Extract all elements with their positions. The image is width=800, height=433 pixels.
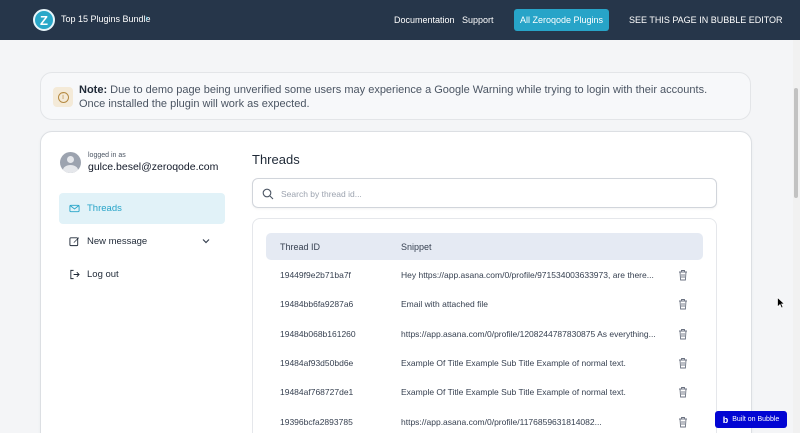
page-title: Threads (252, 152, 300, 167)
note-banner: i Note: Due to demo page being unverifie… (40, 72, 751, 120)
thread-id-cell: 19484bb6fa9287a6 (280, 299, 354, 309)
documentation-link[interactable]: Documentation (394, 15, 455, 25)
avatar-body (63, 165, 78, 173)
snippet-cell: https://app.asana.com/0/profile/12082447… (401, 329, 656, 339)
logout-icon (70, 269, 80, 280)
table-row[interactable]: 19396bcfa2893785 https://app.asana.com/0… (266, 408, 703, 433)
trash-icon[interactable] (678, 269, 688, 281)
sidebar-item-label: New message (87, 236, 148, 247)
snippet-cell: Email with attached file (401, 299, 488, 309)
sidebar-item-threads[interactable]: Threads (59, 193, 225, 224)
table-row[interactable]: 19484af93d50bd6e Example Of Title Exampl… (266, 349, 703, 378)
note-line1: Due to demo page being unverified some u… (107, 84, 708, 96)
table-row[interactable]: 19484bb6fa9287a6 Email with attached fil… (266, 290, 703, 319)
page-scrollbar[interactable] (793, 40, 800, 433)
trash-icon[interactable] (678, 386, 688, 398)
note-line2: Once installed the plugin will work as e… (79, 98, 310, 110)
mouse-cursor-icon (777, 297, 785, 309)
avatar (60, 152, 81, 173)
logged-in-label: logged in as (88, 152, 126, 159)
note-prefix: Note: (79, 84, 108, 96)
column-header-snippet: Snippet (401, 242, 432, 252)
note-text: Note: Due to demo page being unverified … (79, 83, 739, 111)
sidebar-item-logout[interactable]: Log out (59, 259, 225, 290)
table-row[interactable]: 19484b068b161260 https://app.asana.com/0… (266, 320, 703, 349)
trash-icon[interactable] (678, 328, 688, 340)
table-row[interactable]: 19484af768727de1 Example Of Title Exampl… (266, 378, 703, 407)
chevron-down-icon[interactable] (201, 236, 211, 246)
sidebar-item-new-message[interactable]: New message (59, 226, 225, 257)
edit-icon (69, 237, 80, 247)
all-plugins-button[interactable]: All Zeroqode Plugins (514, 9, 609, 31)
support-link[interactable]: Support (462, 15, 494, 25)
trash-icon[interactable] (678, 416, 688, 428)
column-header-thread-id: Thread ID (280, 242, 321, 252)
trash-icon[interactable] (678, 357, 688, 369)
user-email: gulce.besel@zeroqode.com (88, 161, 219, 173)
chevron-right-icon[interactable]: › (145, 13, 148, 24)
scrollbar-thumb[interactable] (794, 88, 798, 198)
trash-icon[interactable] (678, 298, 688, 310)
table-header: Thread ID Snippet (266, 233, 703, 260)
snippet-cell: Example Of Title Example Sub Title Examp… (401, 358, 626, 368)
bundle-title[interactable]: Top 15 Plugins Bundle (61, 14, 151, 24)
info-icon: i (57, 91, 69, 103)
thread-id-cell: 19484af768727de1 (280, 387, 354, 397)
mail-icon (69, 204, 80, 213)
snippet-cell: https://app.asana.com/0/profile/11768596… (401, 417, 602, 427)
bubble-logo-icon: b (722, 414, 729, 425)
sidebar-item-label: Log out (87, 269, 119, 280)
bubble-badge-label: Built on Bubble (732, 416, 780, 423)
avatar-head (67, 156, 74, 163)
thread-id-cell: 19484b068b161260 (280, 329, 356, 339)
snippet-cell: Hey https://app.asana.com/0/profile/9715… (401, 270, 654, 280)
snippet-cell: Example Of Title Example Sub Title Examp… (401, 387, 626, 397)
bubble-editor-link[interactable]: SEE THIS PAGE IN BUBBLE EDITOR (629, 15, 783, 25)
zeroqode-logo[interactable]: Z (33, 9, 55, 31)
search-input[interactable] (281, 186, 701, 202)
sidebar-item-label: Threads (87, 203, 122, 214)
thread-id-cell: 19396bcfa2893785 (280, 417, 353, 427)
built-on-bubble-badge[interactable]: b Built on Bubble (715, 411, 787, 428)
table-row[interactable]: 19449f9e2b71ba7f Hey https://app.asana.c… (266, 261, 703, 290)
thread-id-cell: 19484af93d50bd6e (280, 358, 354, 368)
search-box[interactable] (252, 178, 717, 208)
top-navbar: Z Top 15 Plugins Bundle › Documentation … (0, 0, 800, 40)
info-icon-wrapper: i (53, 87, 73, 107)
search-icon (262, 188, 274, 200)
thread-id-cell: 19449f9e2b71ba7f (280, 270, 351, 280)
